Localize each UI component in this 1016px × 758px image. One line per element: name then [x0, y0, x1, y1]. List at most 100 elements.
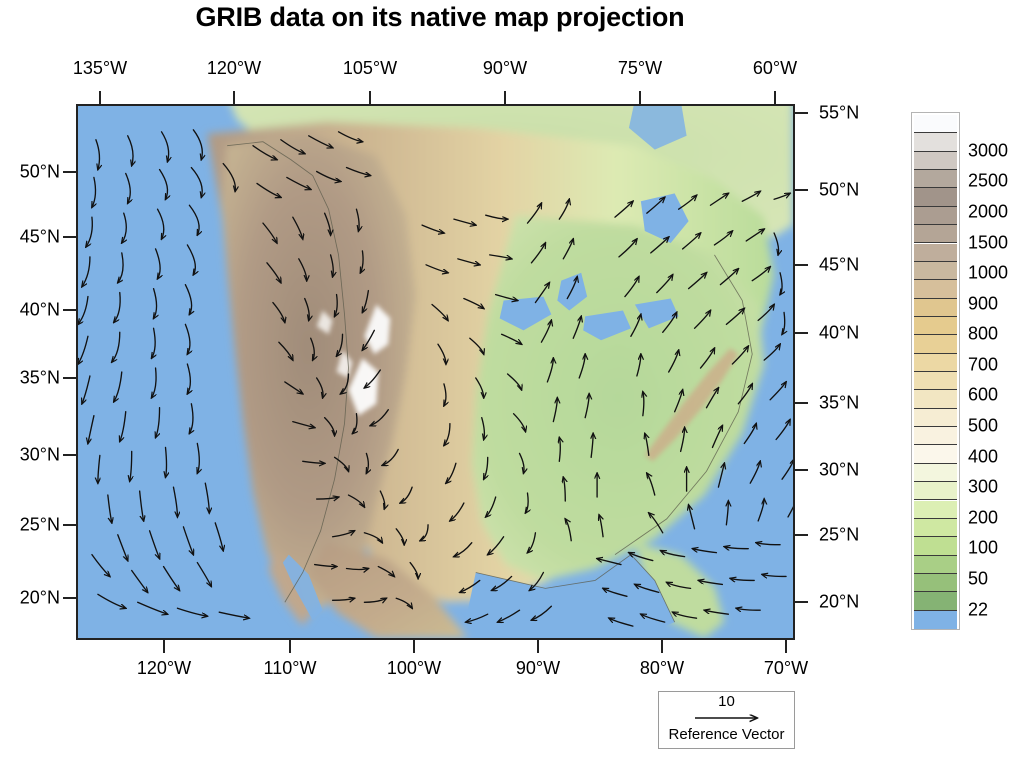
colorbar-label-14: 50 [968, 568, 989, 589]
axis-top-tick-2 [369, 91, 371, 104]
colorbar-band-2 [914, 151, 957, 171]
colorbar-band-17 [914, 427, 957, 446]
colorbar-label-9: 500 [968, 415, 999, 436]
axis-right-tick-2 [795, 264, 808, 266]
axis-right-tick-5 [795, 469, 808, 471]
colorbar-band-14 [914, 372, 957, 391]
colorbar-band-23 [914, 537, 957, 556]
axis-right-label-5: 30°N [819, 459, 860, 480]
colorbar-band-9 [914, 280, 957, 299]
axis-left-tick-3 [63, 377, 76, 379]
colorbar-band-0 [914, 115, 957, 134]
colorbar-band-10 [914, 298, 957, 317]
colorbar-band-8 [914, 261, 957, 281]
axis-right-label-4: 35°N [819, 392, 860, 413]
colorbar-band-7 [914, 243, 957, 262]
axis-top-label-1: 120°W [206, 58, 262, 78]
axis-bottom-tick-0 [163, 640, 165, 653]
axis-right-tick-0 [795, 112, 808, 114]
axis-bottom-tick-5 [785, 640, 787, 653]
colorbar-label-13: 100 [968, 537, 999, 558]
axis-top-tick-4 [639, 91, 641, 104]
colorbar-band-12 [914, 335, 957, 354]
axis-top-label-2: 105°W [342, 58, 398, 78]
axis-right-tick-6 [795, 534, 808, 536]
colorbar-band-19 [914, 463, 957, 483]
axis-top-tick-0 [99, 91, 101, 104]
axis-left-tick-1 [63, 236, 76, 238]
colorbar-band-5 [914, 206, 957, 226]
axis-right-tick-3 [795, 332, 808, 334]
colorbar-label-12: 200 [968, 507, 999, 528]
axis-left-tick-4 [63, 454, 76, 456]
reference-vector-label: Reference Vector [668, 726, 785, 743]
colorbar-label-2: 2000 [968, 201, 1009, 222]
colorbar-band-11 [914, 316, 957, 336]
axis-left-label-0: 50°N [19, 161, 60, 182]
colorbar-band-21 [914, 500, 957, 519]
colorbar-band-26 [914, 592, 957, 611]
axis-left-label-4: 30°N [19, 444, 60, 465]
axis-bottom-label-3: 90°W [515, 658, 561, 678]
axis-right-tick-4 [795, 402, 808, 404]
axis-left-label-6: 20°N [19, 587, 60, 608]
axis-right-tick-1 [795, 189, 808, 191]
axis-top-label-3: 90°W [482, 58, 528, 78]
colorbar-label-11: 300 [968, 476, 999, 497]
colorbar-band-24 [914, 555, 957, 574]
axis-left-tick-5 [63, 524, 76, 526]
colorbar-label-4: 1000 [968, 262, 1009, 283]
axis-left-label-5: 25°N [19, 514, 60, 535]
axis-right-label-2: 45°N [819, 254, 860, 275]
colorbar-band-15 [914, 390, 957, 409]
reference-vector-legend: 10 Reference Vector [658, 691, 795, 749]
colorbar-band-18 [914, 445, 957, 464]
axis-right-label-0: 55°N [819, 102, 860, 123]
axis-bottom-tick-1 [289, 640, 291, 653]
colorbar-band-25 [914, 573, 957, 593]
axis-bottom-label-1: 110°W [263, 658, 317, 678]
axis-right-label-6: 25°N [819, 524, 860, 545]
page-title: GRIB data on its native map projection [195, 2, 685, 32]
axis-top-label-0: 135°W [72, 58, 128, 78]
colorbar-band-27 [914, 610, 957, 629]
colorbar-label-1: 2500 [968, 170, 1009, 191]
axis-right-label-7: 20°N [819, 591, 860, 612]
colorbar-band-20 [914, 482, 957, 501]
axis-left-label-1: 45°N [19, 226, 60, 247]
colorbar-label-15: 22 [968, 599, 989, 620]
colorbar[interactable] [911, 112, 960, 630]
colorbar-band-3 [914, 170, 957, 189]
axis-left-label-2: 40°N [19, 299, 60, 320]
reference-vector-value: 10 [718, 693, 735, 710]
colorbar-label-8: 600 [968, 384, 999, 405]
axis-right-label-3: 40°N [819, 322, 860, 343]
colorbar-band-16 [914, 408, 957, 428]
colorbar-label-6: 800 [968, 323, 999, 344]
reference-vector-arrow-icon [659, 710, 794, 726]
axis-top-tick-5 [774, 91, 776, 104]
axis-right-tick-7 [795, 601, 808, 603]
axis-top-tick-1 [233, 91, 235, 104]
axis-left-tick-2 [63, 309, 76, 311]
axis-bottom-label-2: 100°W [386, 658, 442, 678]
axis-top-tick-3 [504, 91, 506, 104]
axis-bottom-label-4: 80°W [639, 658, 685, 678]
colorbar-bands [914, 115, 957, 629]
axis-bottom-tick-3 [537, 640, 539, 653]
colorbar-band-4 [914, 188, 957, 207]
colorbar-band-13 [914, 353, 957, 372]
map-plot-area[interactable] [76, 104, 795, 640]
colorbar-band-6 [914, 225, 957, 244]
axis-top-label-4: 75°W [617, 58, 663, 78]
axis-bottom-label-0: 120°W [136, 658, 192, 678]
colorbar-label-0: 3000 [968, 140, 1009, 161]
colorbar-label-10: 400 [968, 446, 999, 467]
map-render [78, 106, 793, 638]
axis-bottom-tick-2 [413, 640, 415, 653]
colorbar-label-7: 700 [968, 354, 999, 375]
axis-left-tick-6 [63, 597, 76, 599]
axis-top-label-5: 60°W [752, 58, 798, 78]
axis-left-tick-0 [63, 171, 76, 173]
axis-bottom-label-5: 70°W [763, 658, 809, 678]
